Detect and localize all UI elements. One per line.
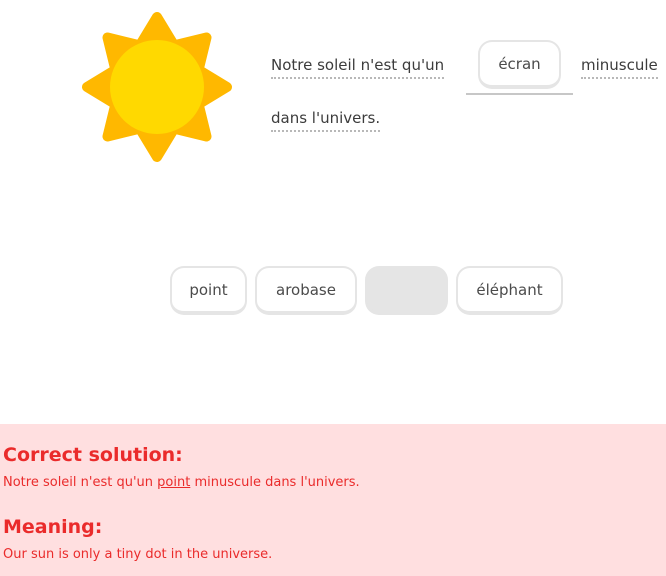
meaning-heading: Meaning: (3, 516, 103, 538)
meaning-text: Our sun is only a tiny dot in the univer… (3, 547, 273, 562)
solution-after: minuscule dans l'univers. (190, 475, 360, 490)
feedback-panel: Correct solution: Notre soleil n'est qu'… (0, 424, 666, 576)
word-tile-placeholder (365, 266, 448, 315)
selected-word-tile[interactable]: écran (478, 40, 561, 89)
sentence-part-3: dans l'univers. (271, 109, 381, 132)
word-tile-arobase[interactable]: arobase (255, 266, 357, 315)
word-tile-point[interactable]: point (170, 266, 247, 315)
sentence-part-1: Notre soleil n'est qu'un (271, 56, 445, 79)
correct-solution-text: Notre soleil n'est qu'un point minuscule… (3, 475, 360, 490)
word-tile-elephant[interactable]: éléphant (456, 266, 563, 315)
solution-highlight-word: point (157, 475, 191, 490)
correct-solution-heading: Correct solution: (3, 444, 183, 466)
sentence-part-2: minuscule (581, 56, 658, 79)
solution-before: Notre soleil n'est qu'un (3, 475, 158, 490)
sentence-prompt: Notre soleil n'est qu'un écran minuscule… (0, 0, 666, 200)
answer-blank-line (466, 93, 573, 95)
